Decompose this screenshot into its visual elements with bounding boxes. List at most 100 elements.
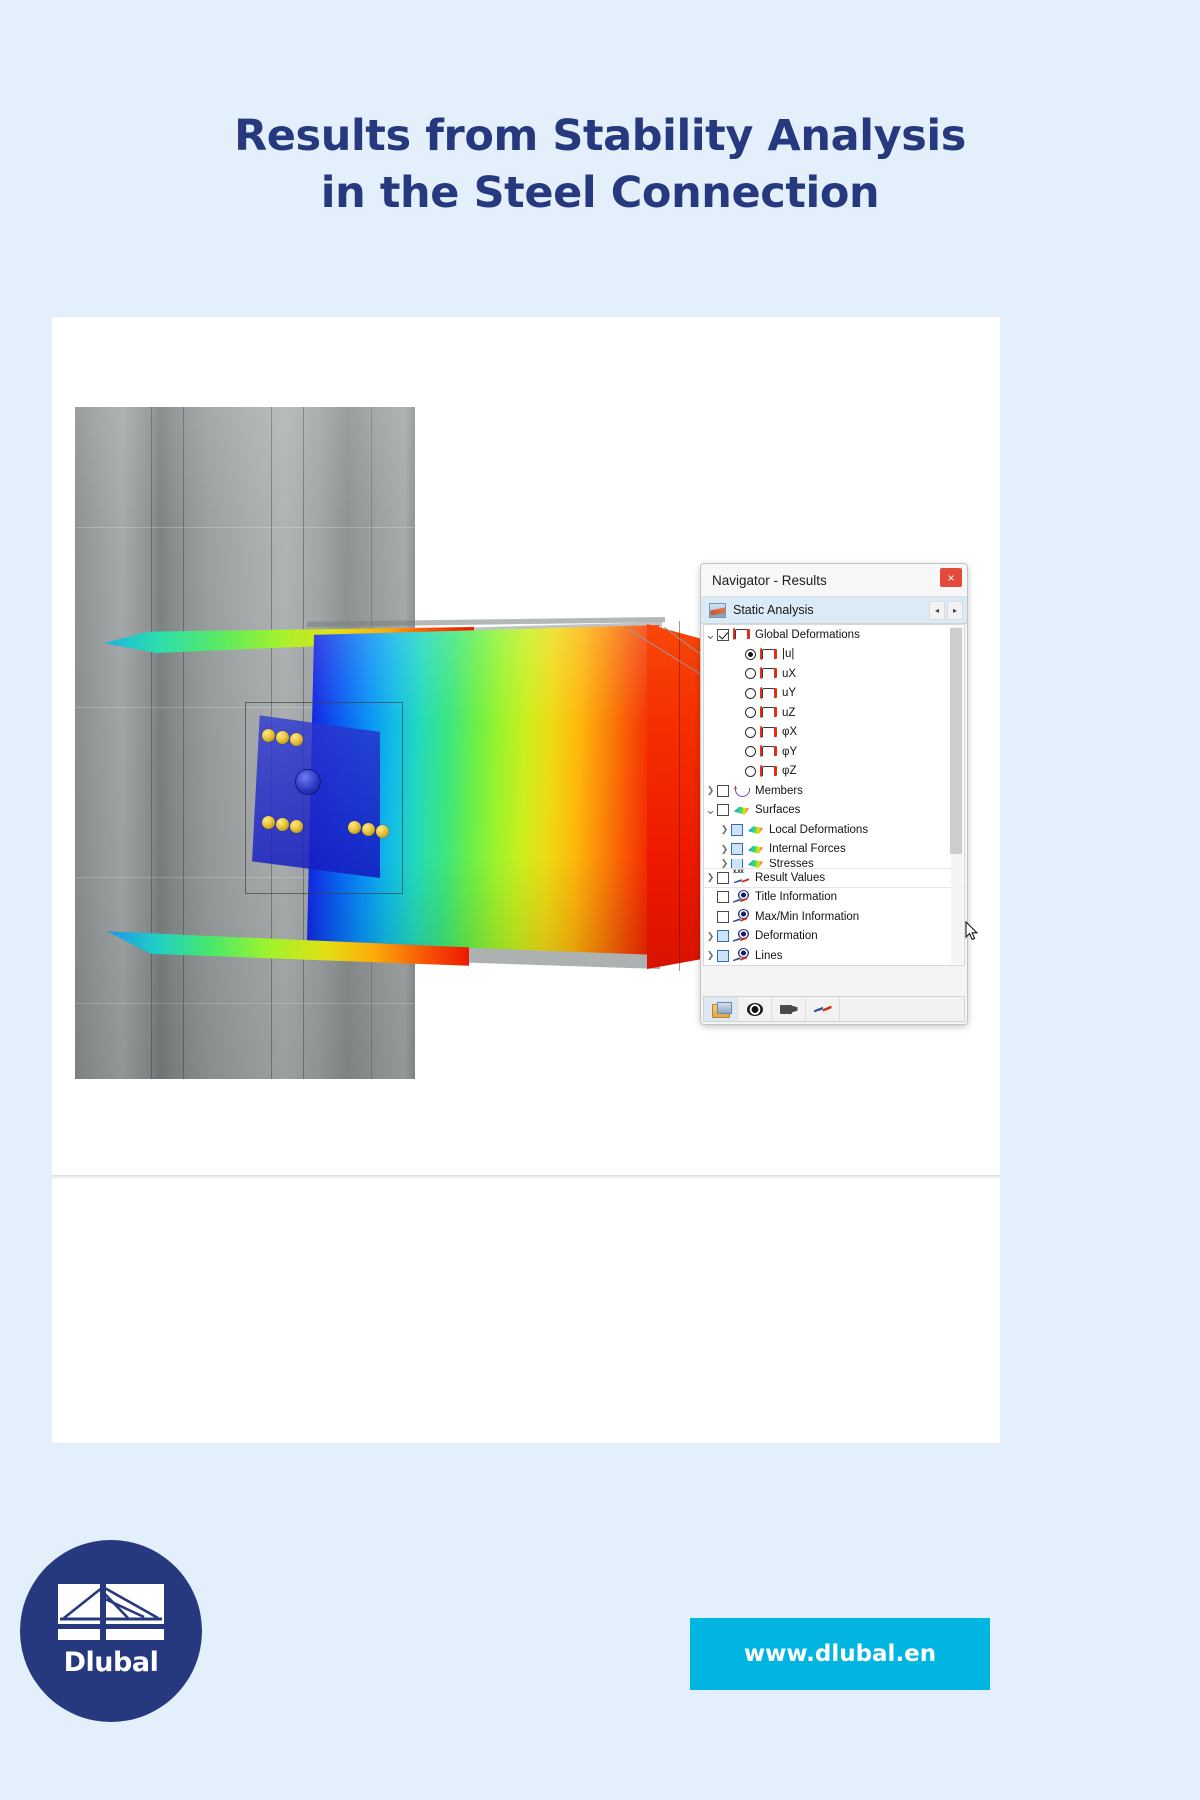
- column-surface-detail: [75, 527, 415, 528]
- tree-item-uz[interactable]: · uZ: [704, 703, 964, 723]
- radio-uZ[interactable]: [745, 707, 756, 719]
- tree-item-z[interactable]: · φZ: [704, 762, 964, 782]
- page-title-line-1: Results from Stability Analysis: [234, 111, 966, 161]
- tree-item-members[interactable]: ❯Members: [704, 966, 964, 967]
- tree-item-global-deformations[interactable]: ⌄ Global Deformations: [704, 625, 964, 645]
- chevron-down-icon[interactable]: ⌄: [704, 803, 717, 816]
- tree-scrollbar-thumb[interactable]: [950, 628, 962, 854]
- analysis-selector[interactable]: Static Analysis ◂ ▸: [701, 597, 967, 624]
- logo-bottom-panel: [58, 1629, 164, 1640]
- dlubal-logo: Dlubal: [20, 1540, 202, 1722]
- chevron-placeholder: ·: [704, 912, 717, 922]
- radio-uX[interactable]: [745, 668, 756, 680]
- logo-cable-lines: [60, 1585, 162, 1621]
- tree-item-label: uX: [782, 667, 797, 680]
- checkbox-Surfaces[interactable]: [717, 804, 729, 817]
- tree-item-label: Result Values: [755, 871, 826, 884]
- chevron-right-icon[interactable]: ❯: [704, 785, 717, 796]
- frame-icon: [760, 745, 777, 758]
- result-diagram-button[interactable]: [806, 997, 840, 1021]
- tree-item-label: φZ: [782, 765, 797, 778]
- logo-pylon: [100, 1584, 106, 1640]
- static-analysis-icon: [709, 602, 726, 618]
- website-url-button[interactable]: www.dlubal.en: [690, 1618, 990, 1690]
- tree-item-label: Lines: [755, 949, 783, 962]
- tree-item-surfaces[interactable]: ⌄ Surfaces: [704, 801, 964, 821]
- chevron-placeholder: ·: [718, 747, 731, 757]
- tree-item-max-min-information[interactable]: · Max/Min Information: [704, 907, 964, 927]
- chevron-right-icon[interactable]: ❯: [718, 824, 731, 835]
- column-edge-line: [183, 407, 184, 1079]
- bolt: [276, 731, 289, 744]
- visibility-eye-icon: [746, 1002, 764, 1017]
- checkbox-Result Values[interactable]: [717, 871, 729, 884]
- checkbox-Internal Forces[interactable]: [731, 843, 743, 856]
- chevron-down-icon[interactable]: ⌄: [704, 628, 717, 641]
- website-url-label: www.dlubal.en: [743, 1641, 937, 1667]
- chevron-right-icon[interactable]: ❯: [704, 931, 717, 942]
- radio-uY[interactable]: [745, 687, 756, 699]
- eye-icon: [733, 948, 750, 962]
- values-icon: [733, 869, 750, 884]
- surface-icon: [733, 804, 750, 817]
- checkbox-Max/Min Information[interactable]: [717, 910, 729, 923]
- checkbox-Title Information[interactable]: [717, 891, 729, 904]
- frame-icon: [760, 667, 777, 680]
- tree-item-ux[interactable]: · uX: [704, 664, 964, 684]
- visibility-eye-button[interactable]: [738, 997, 772, 1021]
- bolt: [376, 825, 389, 838]
- tree-item-lines[interactable]: ❯ Lines: [704, 946, 964, 965]
- chevron-right-icon[interactable]: ❯: [704, 872, 717, 883]
- tree-item-members[interactable]: ❯Members: [704, 781, 964, 801]
- tree-item-internal-forces[interactable]: ❯ Internal Forces: [704, 840, 964, 860]
- chevron-placeholder: ·: [718, 688, 731, 698]
- dialog-toolbar[interactable]: [703, 996, 965, 1022]
- tree-item-y[interactable]: · φY: [704, 742, 964, 762]
- radio-φY[interactable]: [745, 746, 756, 758]
- checkbox-Local Deformations[interactable]: [731, 823, 743, 836]
- column-edge-line: [151, 407, 152, 1079]
- tree-item-stresses[interactable]: ❯ Stresses: [704, 859, 964, 868]
- radio-|u|[interactable]: [745, 648, 756, 660]
- prev-analysis-button[interactable]: ◂: [929, 601, 945, 620]
- frame-icon: [760, 764, 777, 778]
- tree-item-deformation[interactable]: ❯ Deformation: [704, 927, 964, 947]
- tree-item-label: Deformation: [755, 930, 818, 943]
- chevron-placeholder: ·: [718, 669, 731, 679]
- checkbox-Lines[interactable]: [717, 949, 729, 962]
- frame-icon: [760, 706, 777, 719]
- tree-item-label: |u|: [782, 648, 795, 661]
- tree-item-result-values[interactable]: ❯ Result Values: [704, 868, 964, 888]
- chevron-right-icon[interactable]: ❯: [718, 859, 731, 868]
- eye-icon: [733, 909, 750, 923]
- video-camera-button[interactable]: [772, 997, 806, 1021]
- chevron-right-icon[interactable]: ❯: [718, 844, 731, 855]
- tree-item-u[interactable]: · |u|: [704, 645, 964, 665]
- radio-φX[interactable]: [745, 726, 756, 738]
- tree-item-uy[interactable]: · uY: [704, 684, 964, 704]
- navigator-results-dialog[interactable]: Navigator - Results × Static Analysis ◂ …: [700, 563, 968, 1025]
- chevron-placeholder: ·: [718, 727, 731, 737]
- checkbox-Deformation[interactable]: [717, 930, 729, 943]
- checkbox-Global Deformations[interactable]: [717, 628, 729, 641]
- checkbox-Members[interactable]: [717, 784, 729, 797]
- close-icon[interactable]: ×: [940, 568, 962, 587]
- tree-item-x[interactable]: · φX: [704, 723, 964, 743]
- bolt: [262, 729, 275, 742]
- results-tree[interactable]: ⌄Global Deformations·|u|·uX·uY·uZ·φX·φY·…: [703, 624, 965, 966]
- chevron-right-icon[interactable]: ❯: [704, 950, 717, 961]
- results-image-button[interactable]: [704, 997, 738, 1021]
- tree-scrollbar[interactable]: [950, 626, 963, 964]
- tree-item-local-deformations[interactable]: ❯ Local Deformations: [704, 820, 964, 840]
- card-divider: [52, 1175, 1000, 1178]
- surface-icon: [747, 843, 764, 856]
- tree-item-title-information[interactable]: · Title Information: [704, 888, 964, 908]
- next-analysis-button[interactable]: ▸: [947, 601, 963, 620]
- results-image-icon: [711, 1001, 732, 1018]
- tree-item-label: Internal Forces: [769, 843, 846, 856]
- radio-φZ[interactable]: [745, 765, 756, 777]
- column-surface-detail: [75, 1003, 415, 1004]
- bolt: [290, 820, 303, 833]
- eye-icon: [733, 889, 750, 904]
- checkbox-Stresses[interactable]: [731, 859, 743, 868]
